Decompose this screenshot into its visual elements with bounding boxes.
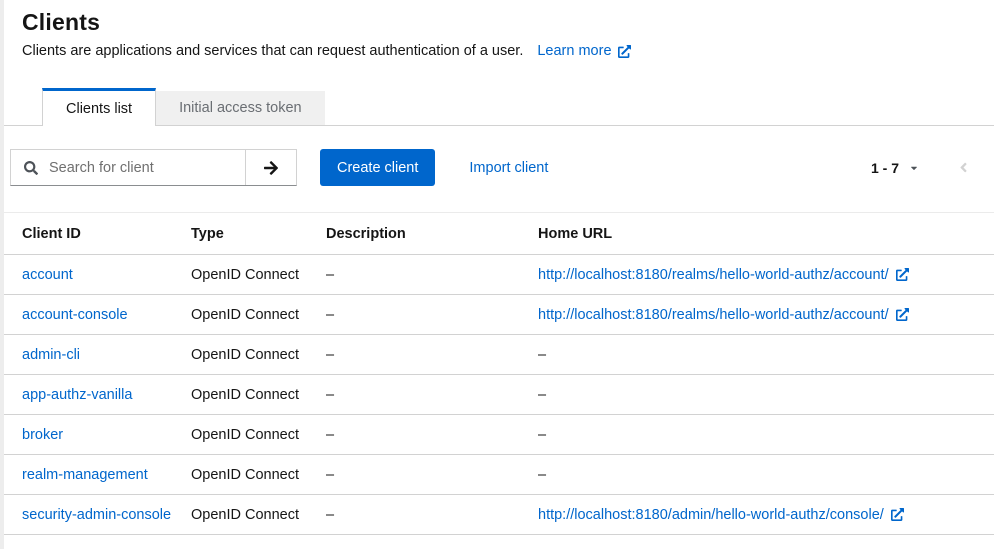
external-link-icon <box>891 508 904 521</box>
column-header-type: Type <box>191 213 326 255</box>
home-url-text: http://localhost:8180/realms/hello-world… <box>538 267 889 283</box>
client-id-cell: security-admin-console <box>0 495 191 535</box>
page-title: Clients <box>22 9 970 36</box>
toolbar: Create client Import client 1 - 7 <box>0 149 994 186</box>
column-header-home-url: Home URL <box>538 213 994 255</box>
home-url-cell: http://localhost:8180/admin/hello-world-… <box>538 495 994 535</box>
clients-table: Client ID Type Description Home URL acco… <box>0 212 994 535</box>
left-edge-strip <box>0 0 4 549</box>
tabs: Clients list Initial access token <box>0 88 994 126</box>
learn-more-link[interactable]: Learn more <box>537 43 630 59</box>
home-url-cell: http://localhost:8180/realms/hello-world… <box>538 295 994 335</box>
home-url-cell: – <box>538 415 994 455</box>
pagination-range: 1 - 7 <box>871 160 899 176</box>
client-description-cell: – <box>326 295 538 335</box>
home-url-cell: http://localhost:8180/realms/hello-world… <box>538 255 994 295</box>
tab-clients-list[interactable]: Clients list <box>42 88 156 126</box>
home-url-text: http://localhost:8180/admin/hello-world-… <box>538 507 884 523</box>
client-type-cell: OpenID Connect <box>191 455 326 495</box>
home-url-link[interactable]: http://localhost:8180/realms/hello-world… <box>538 307 909 323</box>
learn-more-label: Learn more <box>537 43 611 59</box>
table-row: admin-cliOpenID Connect–– <box>0 335 994 375</box>
client-description-cell: – <box>326 495 538 535</box>
previous-page-button[interactable] <box>959 160 968 175</box>
caret-down-icon <box>909 163 919 173</box>
client-type-cell: OpenID Connect <box>191 495 326 535</box>
external-link-icon <box>896 268 909 281</box>
table-row: security-admin-console OpenID Connect–htt… <box>0 495 994 535</box>
import-client-link[interactable]: Import client <box>469 160 548 176</box>
home-url-cell: – <box>538 335 994 375</box>
tab-clients-list-label: Clients list <box>66 101 132 117</box>
home-url-empty: – <box>538 387 546 403</box>
table-header-row: Client ID Type Description Home URL <box>0 213 994 255</box>
create-client-button[interactable]: Create client <box>320 149 435 186</box>
client-id-link[interactable]: security-admin-console <box>22 507 171 523</box>
client-id-cell: realm-management <box>0 455 191 495</box>
home-url-empty: – <box>538 427 546 443</box>
table-row: brokerOpenID Connect–– <box>0 415 994 455</box>
page-header: Clients Clients are applications and ser… <box>0 0 994 59</box>
client-description-cell: – <box>326 375 538 415</box>
home-url-empty: – <box>538 347 546 363</box>
home-url-cell: – <box>538 455 994 495</box>
client-type-cell: OpenID Connect <box>191 335 326 375</box>
external-link-icon <box>618 45 631 58</box>
client-type-cell: OpenID Connect <box>191 295 326 335</box>
table-row: account OpenID Connect–http://localhost:8… <box>0 255 994 295</box>
home-url-link[interactable]: http://localhost:8180/realms/hello-world… <box>538 267 909 283</box>
tab-initial-access-token[interactable]: Initial access token <box>156 91 325 125</box>
client-id-cell: account-console <box>0 295 191 335</box>
search-input[interactable] <box>41 150 245 185</box>
client-id-cell: app-authz-vanilla <box>0 375 191 415</box>
pagination-toggle[interactable]: 1 - 7 <box>871 160 919 176</box>
client-description-cell: – <box>326 455 538 495</box>
home-url-text: http://localhost:8180/realms/hello-world… <box>538 307 889 323</box>
home-url-link[interactable]: http://localhost:8180/admin/hello-world-… <box>538 507 904 523</box>
client-type-cell: OpenID Connect <box>191 415 326 455</box>
client-description-cell: – <box>326 415 538 455</box>
client-id-cell: admin-cli <box>0 335 191 375</box>
external-link-icon <box>896 308 909 321</box>
client-id-link[interactable]: account-console <box>22 307 128 323</box>
client-id-link[interactable]: broker <box>22 427 63 443</box>
chevron-left-icon <box>959 160 968 175</box>
pagination: 1 - 7 <box>871 160 968 176</box>
client-id-link[interactable]: app-authz-vanilla <box>22 387 132 403</box>
search-icon <box>11 150 41 185</box>
home-url-cell: – <box>538 375 994 415</box>
client-search-group <box>10 149 297 186</box>
tab-initial-access-token-label: Initial access token <box>179 100 302 116</box>
client-type-cell: OpenID Connect <box>191 375 326 415</box>
arrow-right-icon <box>263 160 279 176</box>
column-header-description: Description <box>326 213 538 255</box>
home-url-empty: – <box>538 467 546 483</box>
client-id-link[interactable]: admin-cli <box>22 347 80 363</box>
table-row: account-console OpenID Connect–http://loc… <box>0 295 994 335</box>
client-id-link[interactable]: realm-management <box>22 467 148 483</box>
search-submit-button[interactable] <box>245 150 296 185</box>
column-header-client-id: Client ID <box>0 213 191 255</box>
table-row: realm-managementOpenID Connect–– <box>0 455 994 495</box>
client-type-cell: OpenID Connect <box>191 255 326 295</box>
client-id-link[interactable]: account <box>22 267 73 283</box>
page-subtitle: Clients are applications and services th… <box>22 43 523 59</box>
table-row: app-authz-vanillaOpenID Connect–– <box>0 375 994 415</box>
client-description-cell: – <box>326 335 538 375</box>
page-subtitle-row: Clients are applications and services th… <box>22 43 970 59</box>
client-description-cell: – <box>326 255 538 295</box>
client-id-cell: broker <box>0 415 191 455</box>
client-id-cell: account <box>0 255 191 295</box>
clients-table-body: accountOpenID Connect–http://localhost:8… <box>0 255 994 535</box>
